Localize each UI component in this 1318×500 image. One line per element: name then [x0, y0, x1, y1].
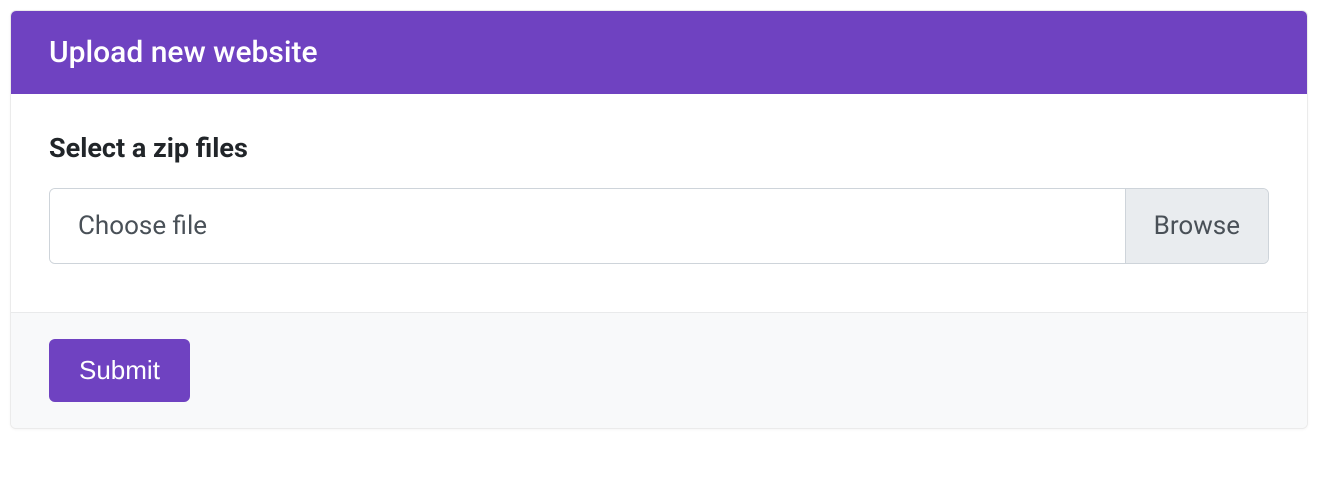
upload-card: Upload new website Select a zip files Ch…	[10, 10, 1308, 429]
card-footer: Submit	[11, 312, 1307, 428]
file-input-group[interactable]: Choose file Browse	[49, 188, 1269, 264]
card-header: Upload new website	[11, 11, 1307, 94]
file-input[interactable]: Choose file	[50, 189, 1125, 263]
card-title: Upload new website	[49, 35, 318, 70]
file-label: Select a zip files	[49, 132, 1269, 164]
card-body: Select a zip files Choose file Browse	[11, 94, 1307, 312]
browse-button[interactable]: Browse	[1125, 189, 1268, 263]
submit-button[interactable]: Submit	[49, 339, 190, 402]
